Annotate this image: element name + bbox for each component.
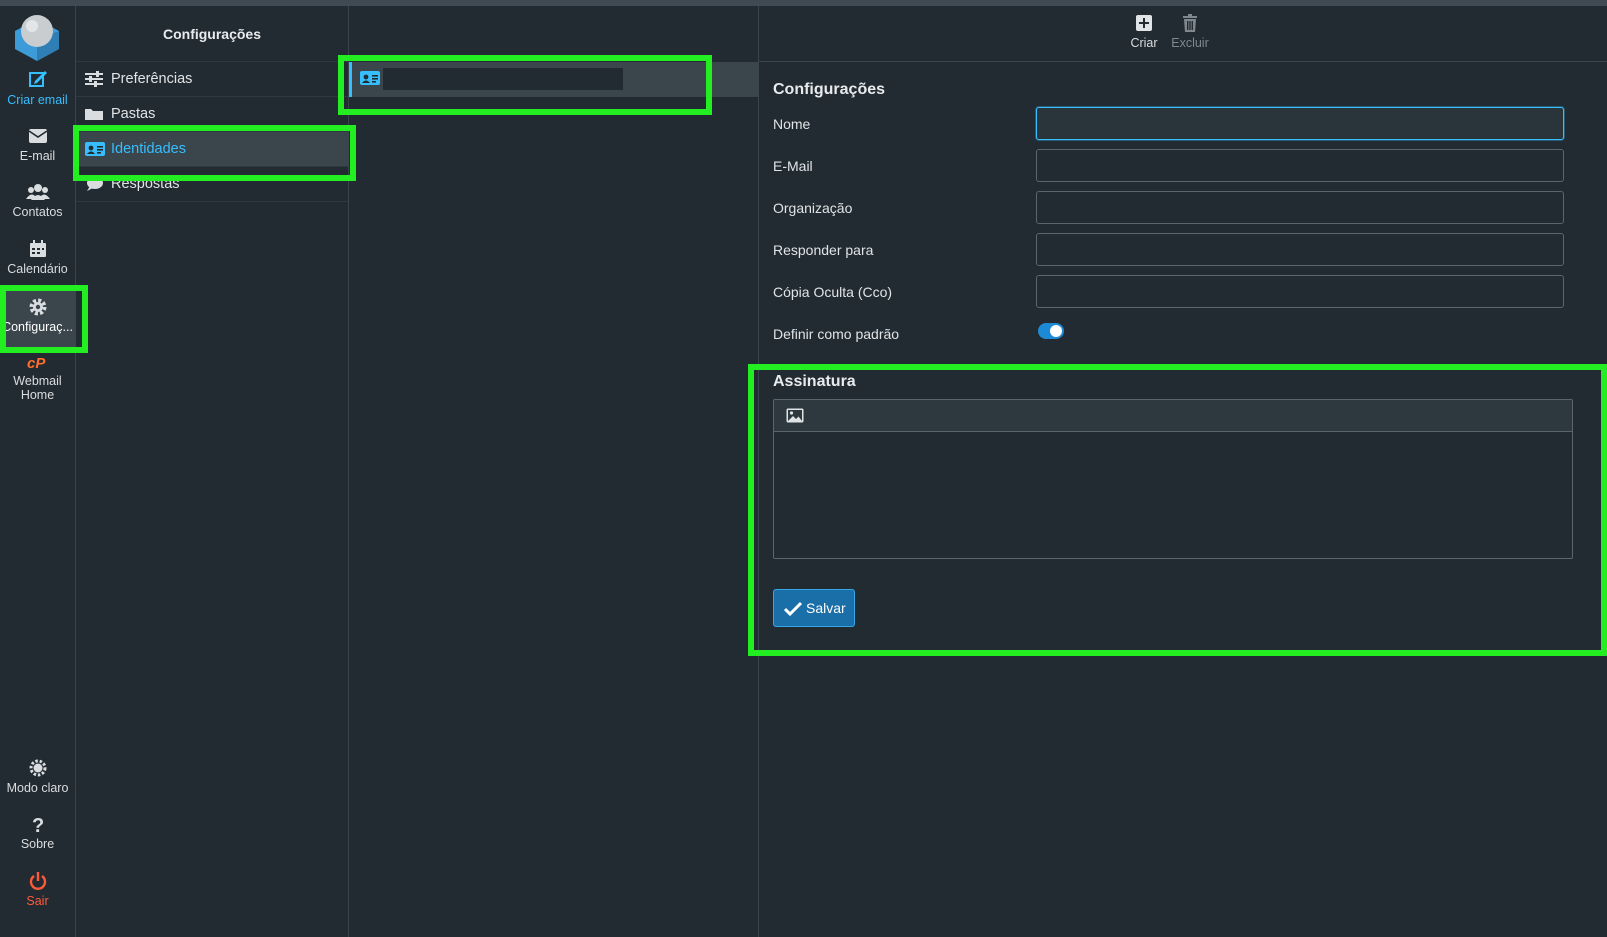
email-field[interactable] (1036, 149, 1564, 182)
rail-light-mode[interactable]: Modo claro (0, 758, 75, 795)
delete-button-label: Excluir (1171, 36, 1209, 50)
nav-item-label: Respostas (111, 176, 180, 192)
image-icon[interactable] (786, 408, 804, 423)
signature-editor[interactable] (773, 399, 1573, 559)
folder-icon (85, 109, 103, 120)
id-card-icon (360, 71, 380, 85)
rail-light-mode-label: Modo claro (6, 781, 69, 795)
reply-to-field[interactable] (1036, 233, 1564, 266)
create-button[interactable]: Criar (1121, 14, 1167, 50)
rail-webmail-home[interactable]: cP Webmail Home (0, 355, 75, 402)
check-icon (784, 601, 802, 617)
rail-compose[interactable]: Criar email (0, 68, 75, 107)
trash-icon (1183, 14, 1197, 32)
name-field[interactable] (1036, 107, 1564, 140)
nav-item-preferences[interactable]: Preferências (76, 62, 348, 97)
question-icon: ? (32, 815, 44, 834)
rail-mail[interactable]: E-mail (0, 126, 75, 163)
signature-editor-toolbar (774, 400, 1572, 432)
signature-section-title: Assinatura (773, 373, 856, 390)
roundcube-logo[interactable] (11, 11, 63, 63)
rail-settings[interactable]: Configuraç... (0, 289, 75, 351)
nav-item-label: Identidades (111, 141, 186, 157)
rail-contacts[interactable]: Contatos (0, 182, 75, 219)
rail-logout[interactable]: Sair (0, 871, 75, 908)
nav-item-label: Pastas (111, 106, 156, 122)
calendar-icon (29, 240, 46, 257)
rail-mail-label: E-mail (19, 149, 56, 163)
delete-button[interactable]: Excluir (1167, 14, 1213, 50)
rail-settings-label: Configuraç... (2, 320, 73, 334)
rail-contacts-label: Contatos (12, 205, 63, 219)
email-label: E-Mail (773, 158, 813, 174)
save-button[interactable]: Salvar (773, 589, 855, 627)
identity-list-item[interactable] (349, 62, 758, 97)
svg-text:?: ? (32, 815, 44, 834)
compose-icon (28, 71, 47, 87)
svg-text:cP: cP (27, 355, 46, 371)
toggle-knob (1050, 325, 1062, 337)
sun-icon (29, 759, 46, 777)
rail-about-label: Sobre (20, 837, 55, 851)
create-button-label: Criar (1130, 36, 1158, 50)
app-rail: Criar email E-mail Contatos Calendário C… (0, 6, 76, 937)
identity-form-panel: Criar Excluir Configurações Nome E-Mail … (759, 6, 1607, 937)
users-icon (25, 184, 50, 200)
organization-label: Organização (773, 200, 853, 216)
reply-to-label: Responder para (773, 242, 874, 258)
gear-icon (29, 298, 46, 316)
default-toggle[interactable] (1038, 323, 1064, 339)
nav-item-label: Preferências (111, 71, 193, 87)
rail-calendar[interactable]: Calendário (0, 239, 75, 276)
rail-logout-label: Sair (26, 894, 49, 908)
sliders-icon (85, 71, 103, 87)
settings-nav-title: Configurações (76, 6, 348, 62)
envelope-icon (28, 129, 47, 143)
nav-item-identities[interactable]: Identidades (76, 132, 348, 167)
bcc-field[interactable] (1036, 275, 1564, 308)
save-button-label: Salvar (806, 600, 846, 616)
default-label: Definir como padrão (773, 326, 900, 342)
rail-webmail-home-label: Webmail Home (13, 374, 62, 402)
settings-section-title: Configurações (773, 81, 886, 98)
form-toolbar: Criar Excluir (759, 6, 1607, 62)
power-icon (29, 872, 46, 890)
settings-nav-panel: Configurações Preferências Pastas Identi… (76, 6, 349, 937)
chat-icon (87, 177, 103, 191)
cpanel-icon: cP (27, 355, 46, 371)
rail-about[interactable]: ? Sobre (0, 814, 75, 851)
rail-calendar-label: Calendário (7, 262, 68, 276)
rail-compose-label: Criar email (7, 93, 68, 107)
name-label: Nome (773, 116, 811, 132)
bcc-label: Cópia Oculta (Cco) (773, 284, 893, 300)
id-card-icon (85, 142, 105, 156)
nav-item-responses[interactable]: Respostas (76, 167, 348, 202)
nav-item-folders[interactable]: Pastas (76, 97, 348, 132)
identities-list-panel (349, 6, 759, 937)
organization-field[interactable] (1036, 191, 1564, 224)
plus-square-icon (1136, 15, 1152, 31)
identity-name (383, 68, 623, 90)
